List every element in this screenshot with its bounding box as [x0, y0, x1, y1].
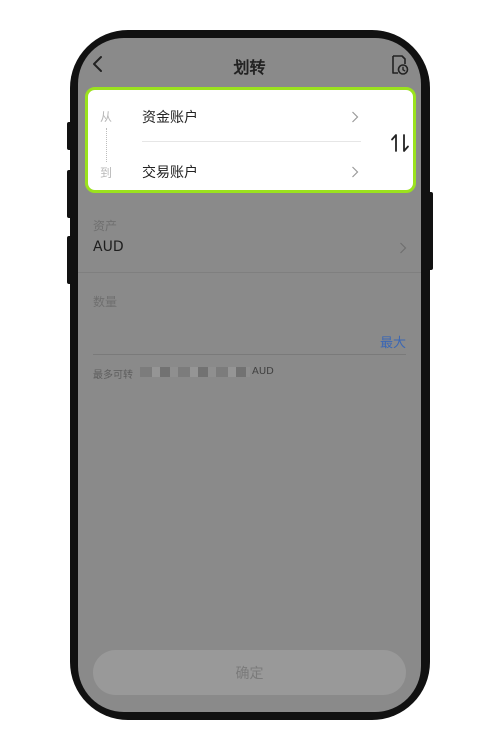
from-to-connector — [106, 128, 107, 162]
amount-input[interactable] — [93, 354, 406, 355]
masked-available-amount — [140, 367, 250, 377]
swap-arrows-icon[interactable] — [390, 132, 410, 154]
record-history-icon[interactable] — [389, 54, 409, 76]
from-label: 从 — [100, 110, 113, 124]
top-bar: 划转 — [78, 38, 421, 90]
chevron-right-icon[interactable] — [351, 166, 359, 178]
confirm-button[interactable]: 确定 — [93, 650, 406, 695]
section-divider — [78, 272, 421, 273]
chevron-right-icon[interactable] — [399, 242, 407, 254]
amount-label: 数量 — [93, 295, 118, 309]
asset-label: 资产 — [93, 219, 118, 233]
account-divider — [142, 141, 361, 142]
confirm-button-label: 确定 — [235, 665, 264, 682]
side-button-left-2 — [67, 170, 72, 218]
page-title: 划转 — [233, 58, 266, 77]
side-button-right — [428, 192, 433, 270]
side-button-left-3 — [67, 236, 72, 284]
available-label: 最多可转 — [93, 370, 133, 381]
from-account-selector[interactable]: 资金账户 — [142, 107, 198, 127]
to-account-selector[interactable]: 交易账户 — [142, 162, 198, 182]
to-label: 到 — [100, 166, 113, 180]
asset-selector[interactable]: AUD — [93, 239, 124, 255]
available-unit: AUD — [252, 366, 274, 377]
transfer-direction-card: 从 到 资金账户 交易账户 — [85, 87, 416, 193]
app-screen: 划转 从 到 资金账户 交易账户 资产 AUD 数量 最大 最多可转 AUD 确… — [78, 38, 421, 712]
side-button-left-1 — [67, 122, 72, 150]
max-button[interactable]: 最大 — [380, 332, 406, 351]
chevron-right-icon[interactable] — [351, 111, 359, 123]
